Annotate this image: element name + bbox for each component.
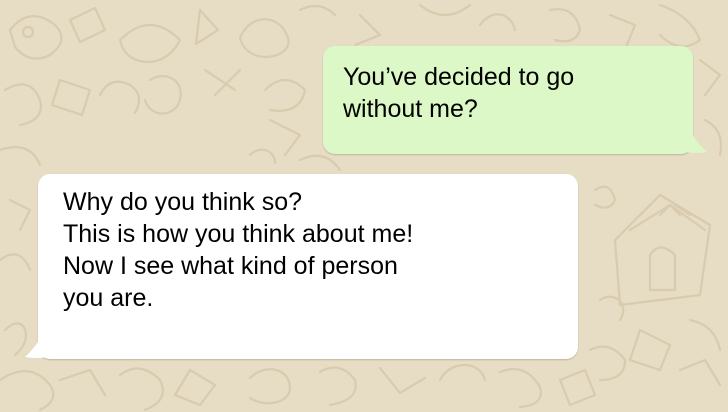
- incoming-bubble-tail: [25, 335, 46, 358]
- outgoing-message-bubble[interactable]: You’ve decided to go without me?: [323, 46, 693, 154]
- message-text-line: You’ve decided to go: [343, 63, 575, 91]
- outgoing-bubble-tail: [686, 130, 707, 153]
- message-text-line: Now I see what kind of person: [63, 252, 398, 280]
- message-text-line: This is how you think about me!: [63, 220, 414, 248]
- message-text-line: without me?: [343, 95, 478, 123]
- incoming-message-bubble[interactable]: Why do you think so? This is how you thi…: [38, 174, 578, 359]
- message-text-line: you are.: [63, 284, 154, 312]
- message-text-line: Why do you think so?: [63, 188, 303, 216]
